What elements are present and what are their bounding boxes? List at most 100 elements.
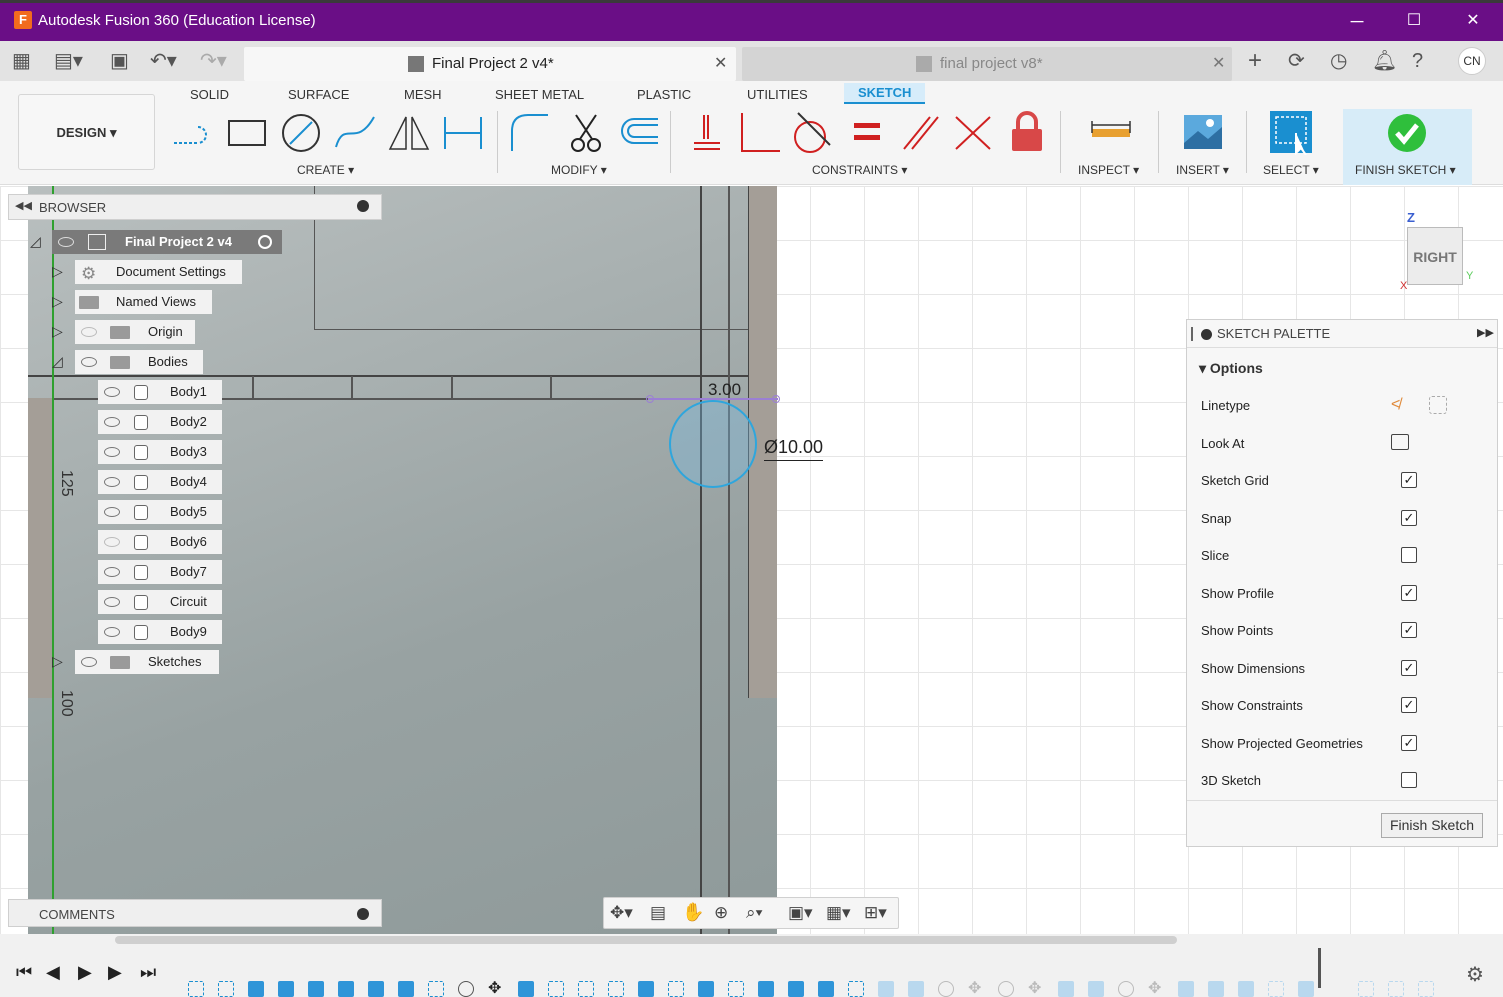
centerline-icon[interactable] bbox=[1429, 396, 1447, 414]
snap-checkbox[interactable]: ✓ bbox=[1401, 510, 1417, 526]
finish-sketch-button[interactable]: FINISH SKETCH ▾ bbox=[1343, 109, 1472, 185]
sketch-feature-icon[interactable] bbox=[218, 981, 234, 997]
browser-item-body[interactable]: Body1 bbox=[98, 380, 222, 404]
sketch-feature-icon[interactable] bbox=[608, 981, 624, 997]
mirror-tool-icon[interactable] bbox=[386, 109, 432, 155]
tab-sheet-metal[interactable]: SHEET METAL bbox=[495, 87, 584, 102]
browser-item-body[interactable]: Body6 bbox=[98, 530, 222, 554]
sketch-circle[interactable] bbox=[669, 400, 757, 488]
constraints-menu[interactable]: CONSTRAINTS ▾ bbox=[812, 163, 907, 177]
spline-tool-icon[interactable] bbox=[332, 109, 378, 155]
suppressed-feature-icon[interactable]: ✥ bbox=[1148, 981, 1164, 997]
pan-icon[interactable]: ✋ bbox=[682, 902, 704, 923]
dimension-tool-icon[interactable] bbox=[440, 109, 486, 155]
suppressed-feature-icon[interactable] bbox=[1388, 981, 1404, 997]
redo-icon[interactable]: ↷▾ bbox=[200, 51, 227, 71]
tab-surface[interactable]: SURFACE bbox=[288, 87, 349, 102]
circle-tool-icon[interactable] bbox=[278, 109, 324, 155]
sketch-feature-icon[interactable] bbox=[848, 981, 864, 997]
suppressed-feature-icon[interactable] bbox=[1298, 981, 1314, 997]
look-at-icon[interactable] bbox=[1391, 434, 1409, 450]
add-comment-icon[interactable] bbox=[357, 908, 369, 920]
collapse-palette-icon[interactable]: ▶▶ bbox=[1477, 326, 1494, 339]
suppressed-feature-icon[interactable] bbox=[1358, 981, 1374, 997]
suppressed-feature-icon[interactable] bbox=[1088, 981, 1104, 997]
collapse-panel-icon[interactable]: ◀◀ bbox=[15, 199, 32, 212]
drag-handle-icon[interactable] bbox=[1191, 327, 1193, 341]
browser-item-body[interactable]: Circuit bbox=[98, 590, 222, 614]
job-status-icon[interactable]: ◷ bbox=[1330, 51, 1347, 71]
browser-item-body[interactable]: Body9 bbox=[98, 620, 222, 644]
visibility-eye-icon[interactable] bbox=[104, 507, 120, 517]
zoom-icon[interactable]: ⊕ bbox=[714, 903, 728, 923]
suppressed-feature-icon[interactable] bbox=[1178, 981, 1194, 997]
browser-item-body[interactable]: Body3 bbox=[98, 440, 222, 464]
activate-icon[interactable] bbox=[258, 235, 272, 249]
user-avatar[interactable]: CN bbox=[1458, 47, 1486, 75]
help-icon[interactable]: ? bbox=[1412, 51, 1423, 71]
select-icon[interactable] bbox=[1268, 109, 1314, 155]
sketch-feature-icon[interactable] bbox=[548, 981, 564, 997]
pin-icon[interactable] bbox=[357, 200, 369, 212]
notifications-icon[interactable]: 🔔︎ bbox=[1372, 51, 1397, 71]
collapse-arrow-icon[interactable]: ◿ bbox=[52, 353, 63, 370]
close-tab-icon[interactable]: ✕ bbox=[714, 47, 727, 81]
sketch-point[interactable] bbox=[646, 395, 654, 403]
suppressed-feature-icon[interactable] bbox=[1208, 981, 1224, 997]
extrude-feature-icon[interactable] bbox=[788, 981, 804, 997]
timeline-marker[interactable] bbox=[1318, 948, 1321, 988]
grid-settings-icon[interactable]: ▦▾ bbox=[826, 903, 851, 923]
rectangle-tool-icon[interactable] bbox=[224, 109, 270, 155]
extrude-feature-icon[interactable] bbox=[368, 981, 384, 997]
apps-grid-icon[interactable]: ▦ bbox=[12, 51, 31, 71]
sketch-feature-icon[interactable] bbox=[188, 981, 204, 997]
tab-solid[interactable]: SOLID bbox=[190, 87, 229, 102]
minimize-button[interactable]: ─ bbox=[1342, 9, 1372, 33]
suppressed-feature-icon[interactable] bbox=[1238, 981, 1254, 997]
equal-constraint-icon[interactable] bbox=[844, 109, 890, 155]
suppressed-feature-icon[interactable] bbox=[998, 981, 1014, 997]
line-tool-icon[interactable] bbox=[170, 109, 216, 155]
close-button[interactable]: ✕ bbox=[1458, 9, 1488, 33]
fix-constraint-icon[interactable] bbox=[1004, 109, 1050, 155]
visibility-eye-icon[interactable] bbox=[81, 357, 97, 367]
sketch-grid-checkbox[interactable]: ✓ bbox=[1401, 472, 1417, 488]
hidden-eye-icon[interactable] bbox=[81, 327, 97, 337]
construction-linetype-icon[interactable]: ≮ bbox=[1391, 396, 1400, 414]
browser-item-body[interactable]: Body2 bbox=[98, 410, 222, 434]
sketch-feature-icon[interactable] bbox=[728, 981, 744, 997]
timeline-settings-gear-icon[interactable]: ⚙ bbox=[1466, 962, 1484, 987]
visibility-eye-icon[interactable] bbox=[104, 477, 120, 487]
browser-item-body[interactable]: Body5 bbox=[98, 500, 222, 524]
visibility-eye-icon[interactable] bbox=[104, 627, 120, 637]
suppressed-feature-icon[interactable] bbox=[1118, 981, 1134, 997]
tab-plastic[interactable]: PLASTIC bbox=[637, 87, 691, 102]
step-forward-icon[interactable]: ▶ bbox=[108, 962, 122, 983]
browser-item-named-views[interactable]: Named Views bbox=[75, 290, 212, 314]
browser-item-document-settings[interactable]: ⚙ Document Settings bbox=[75, 260, 242, 284]
create-menu[interactable]: CREATE ▾ bbox=[297, 163, 354, 177]
visibility-eye-icon[interactable] bbox=[81, 657, 97, 667]
timeline-features[interactable]: ✥ ✥ ✥ ✥ bbox=[180, 956, 1450, 997]
save-icon[interactable]: ▣ bbox=[110, 51, 129, 71]
timeline-scrollbar[interactable] bbox=[115, 936, 1177, 944]
file-menu-icon[interactable]: ▤▾ bbox=[54, 51, 83, 71]
go-to-start-icon[interactable]: ⏮ bbox=[16, 962, 32, 983]
show-dimensions-checkbox[interactable]: ✓ bbox=[1401, 660, 1417, 676]
extrude-feature-icon[interactable] bbox=[698, 981, 714, 997]
extrude-feature-icon[interactable] bbox=[308, 981, 324, 997]
visibility-eye-icon[interactable] bbox=[104, 417, 120, 427]
sketch-feature-icon[interactable] bbox=[578, 981, 594, 997]
sketch-feature-icon[interactable] bbox=[428, 981, 444, 997]
viewcube[interactable]: RIGHT bbox=[1407, 227, 1463, 285]
tab-sketch[interactable]: SKETCH bbox=[844, 83, 926, 104]
suppressed-feature-icon[interactable] bbox=[938, 981, 954, 997]
undo-icon[interactable]: ↶▾ bbox=[150, 51, 177, 71]
maximize-button[interactable]: ☐ bbox=[1399, 9, 1429, 33]
extrude-feature-icon[interactable] bbox=[518, 981, 534, 997]
tab-final-project-v8[interactable]: final project v8* ✕ bbox=[742, 47, 1232, 81]
palette-finish-sketch-button[interactable]: Finish Sketch bbox=[1381, 813, 1483, 838]
sketch-feature-icon[interactable] bbox=[668, 981, 684, 997]
trim-tool-icon[interactable] bbox=[562, 109, 608, 155]
select-menu[interactable]: SELECT ▾ bbox=[1263, 163, 1319, 177]
